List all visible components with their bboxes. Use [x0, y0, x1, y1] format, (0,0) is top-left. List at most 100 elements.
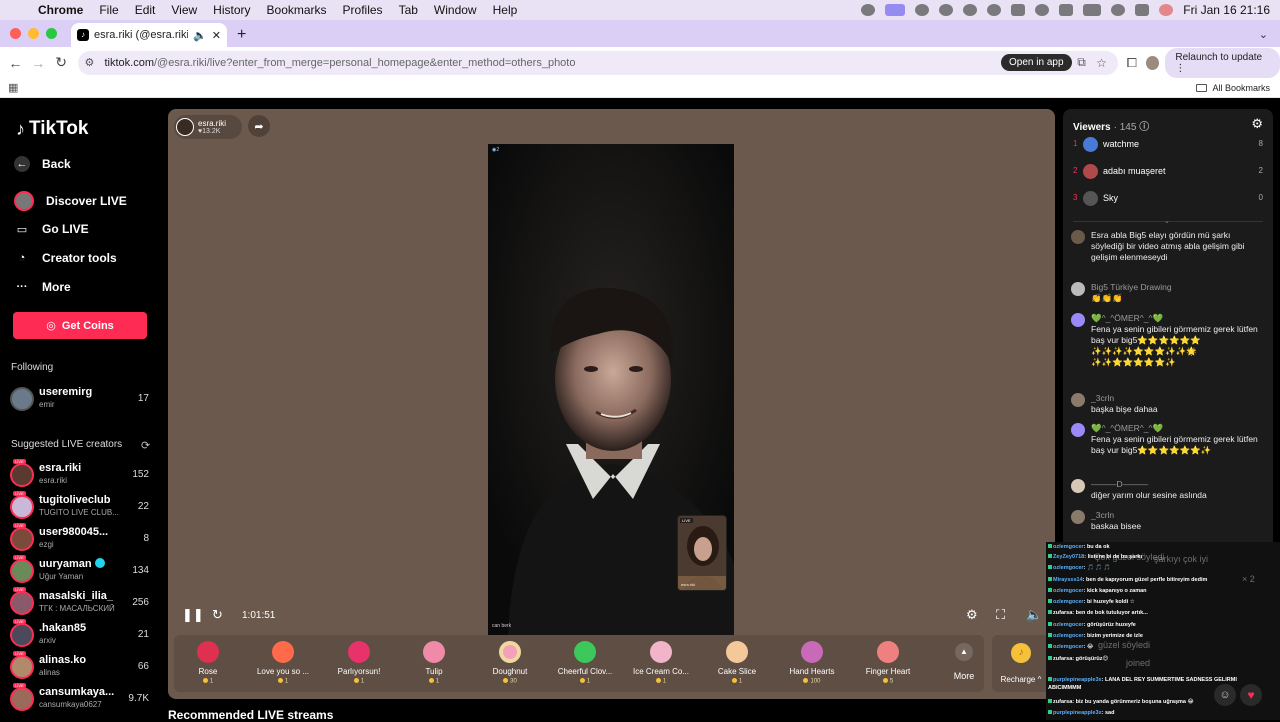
- minimize-window-button[interactable]: [28, 28, 39, 39]
- profile-avatar[interactable]: [1146, 55, 1160, 70]
- open-in-app-button[interactable]: Open in app: [1001, 54, 1072, 71]
- chat-user[interactable]: _3crln: [1091, 393, 1265, 404]
- extensions-icon[interactable]: ⧠: [1118, 55, 1147, 71]
- screen-record-icon[interactable]: [885, 4, 906, 16]
- recharge-button[interactable]: ♪ Recharge ^: [992, 635, 1050, 692]
- menu-window[interactable]: Window: [426, 3, 485, 17]
- browser-tab-active[interactable]: ♪ esra.riki (@esra.riki) is LIVE 🔈 ✕: [71, 23, 227, 47]
- close-window-button[interactable]: [10, 28, 21, 39]
- gift-item[interactable]: Finger Heart 5: [856, 641, 920, 685]
- emoji-icon[interactable]: ☺: [1214, 684, 1236, 706]
- menu-app-name[interactable]: Chrome: [30, 3, 91, 17]
- maximize-window-button[interactable]: [46, 28, 57, 39]
- status-icon[interactable]: [939, 4, 954, 16]
- fullscreen-icon[interactable]: ⛶: [996, 607, 1005, 623]
- chat-user[interactable]: ———D———: [1091, 479, 1265, 490]
- suggested-creator[interactable]: LIVE masalski_ilia_ ТГК : МАСАЛЬСКИЙ 256: [10, 587, 152, 619]
- settings-gear-icon[interactable]: ⚙: [966, 607, 978, 623]
- heart-like-icon[interactable]: ♥: [1240, 684, 1262, 706]
- all-bookmarks-button[interactable]: All Bookmarks: [1196, 83, 1280, 93]
- suggested-creator[interactable]: LIVE uuryaman Uğur Yaman 134: [10, 555, 152, 587]
- nav-more[interactable]: ··· More: [14, 279, 71, 295]
- pause-icon[interactable]: ❚❚: [182, 607, 204, 623]
- suggested-creator[interactable]: LIVE cansumkaya... cansumkaya0627 9.7K: [10, 683, 152, 715]
- nav-back[interactable]: ← Back: [14, 156, 71, 172]
- menu-edit[interactable]: Edit: [127, 3, 164, 17]
- gift-item[interactable]: Hand Hearts 100: [780, 641, 844, 685]
- tab-search-icon[interactable]: ⌄: [1247, 28, 1280, 47]
- gift-item[interactable]: Cake Slice 1: [705, 641, 769, 685]
- accessibility-icon[interactable]: [1011, 4, 1026, 16]
- suggested-creator[interactable]: LIVE .hakan85 arxiv 21: [10, 619, 152, 651]
- battery-icon[interactable]: [1083, 4, 1102, 16]
- gift-item[interactable]: Doughnut 30: [478, 641, 542, 685]
- get-coins-button[interactable]: ◎ Get Coins: [13, 312, 147, 339]
- menu-help[interactable]: Help: [485, 3, 526, 17]
- audio-playing-icon[interactable]: 🔈: [193, 29, 207, 42]
- viewers-header[interactable]: Viewers · 145 ⓘ: [1073, 118, 1149, 133]
- viewer-row[interactable]: 3 Sky 0: [1073, 189, 1263, 209]
- gift-item[interactable]: Love you so ... 1: [251, 641, 315, 685]
- wifi-icon[interactable]: [1059, 4, 1074, 16]
- forward-arrow-icon[interactable]: →: [27, 55, 50, 71]
- more-gifts-button[interactable]: ▲ More: [946, 643, 982, 681]
- address-bar[interactable]: ⚙ tiktok.com/@esra.riki/live?enter_from_…: [78, 50, 1118, 75]
- viewer-row[interactable]: 1 watchme 8: [1073, 135, 1263, 155]
- nav-discover-live[interactable]: Discover LIVE: [14, 191, 127, 211]
- siri-icon[interactable]: [1159, 4, 1174, 16]
- expand-chevron-icon[interactable]: ⌄: [1164, 217, 1170, 225]
- site-info-icon[interactable]: ⚙: [84, 56, 100, 69]
- host-info[interactable]: esra.riki ♥13.2K: [174, 115, 242, 139]
- bookmark-star-icon[interactable]: ☆: [1092, 56, 1112, 70]
- chat-user[interactable]: Big5 Türkiye Drawing: [1091, 282, 1265, 293]
- translate-icon[interactable]: ⧉: [1072, 55, 1092, 70]
- suggested-creator[interactable]: LIVE tugitoliveclub TUGITO LIVE CLUB... …: [10, 491, 152, 523]
- menu-history[interactable]: History: [205, 3, 258, 17]
- reload-icon[interactable]: ↻: [50, 54, 73, 71]
- menu-tab[interactable]: Tab: [391, 3, 426, 17]
- tiktok-logo[interactable]: ♪ TikTok: [16, 118, 88, 140]
- pen-icon[interactable]: [915, 4, 930, 16]
- info-icon[interactable]: ⓘ: [1139, 122, 1149, 133]
- nav-go-live[interactable]: ▭ Go LIVE: [14, 221, 89, 237]
- chat-settings-gear-icon[interactable]: ⚙: [1251, 116, 1263, 132]
- share-icon[interactable]: ➦: [248, 115, 270, 137]
- status-icon[interactable]: [987, 4, 1002, 16]
- live-player[interactable]: esra.riki ♥13.2K ➦ ◉2 can berk LIVE esra…: [168, 109, 1055, 699]
- gift-item[interactable]: Cheerful Clov... 1: [553, 641, 617, 685]
- clock[interactable]: Fri Jan 16 21:16: [1183, 3, 1270, 17]
- url-text[interactable]: tiktok.com/@esra.riki/live?enter_from_me…: [100, 57, 1001, 69]
- nav-creator-tools[interactable]: ◔ Creator tools: [14, 250, 117, 266]
- following-creator[interactable]: useremirg emir 17: [10, 385, 152, 415]
- close-tab-icon[interactable]: ✕: [212, 29, 221, 42]
- suggested-creator[interactable]: LIVE user980045... ezgi 8: [10, 523, 152, 555]
- status-icon[interactable]: [1035, 4, 1050, 16]
- refresh-icon[interactable]: ⟳: [141, 439, 150, 452]
- refresh-stream-icon[interactable]: ↻: [212, 607, 223, 623]
- chat-user[interactable]: 💚^_^ÖMER^_^💚: [1091, 313, 1265, 324]
- cloud-icon[interactable]: [963, 4, 978, 16]
- search-icon[interactable]: [1111, 4, 1126, 16]
- menu-profiles[interactable]: Profiles: [335, 3, 391, 17]
- menu-bookmarks[interactable]: Bookmarks: [259, 3, 335, 17]
- back-arrow-icon[interactable]: ←: [4, 55, 27, 71]
- menu-view[interactable]: View: [163, 3, 205, 17]
- chat-user[interactable]: 💚^_^ÖMER^_^💚: [1091, 423, 1265, 434]
- control-center-icon[interactable]: [1135, 4, 1150, 16]
- gift-item[interactable]: Tulip 1: [402, 641, 466, 685]
- relaunch-to-update-button[interactable]: Relaunch to update ⋮: [1165, 47, 1280, 78]
- status-icon[interactable]: [861, 4, 876, 16]
- apps-grid-icon[interactable]: ▦: [0, 81, 30, 94]
- stream-video[interactable]: ◉2 can berk LIVE esra.riki: [488, 144, 734, 635]
- new-tab-button[interactable]: +: [227, 26, 256, 47]
- viewer-row[interactable]: 2 adabı muaşeret 2: [1073, 162, 1263, 182]
- picture-in-picture-cohost[interactable]: LIVE esra.riki: [677, 515, 727, 591]
- chat-user[interactable]: _3crln: [1091, 510, 1265, 521]
- menu-file[interactable]: File: [91, 3, 126, 17]
- suggested-creator[interactable]: LIVE esra.riki esra.riki 152: [10, 459, 152, 491]
- suggested-creator[interactable]: LIVE alinas.ko alinas 66: [10, 651, 152, 683]
- gift-item[interactable]: Rose 1: [176, 641, 240, 685]
- gift-item[interactable]: Parlıyorsun! 1: [327, 641, 391, 685]
- gift-item[interactable]: Ice Cream Co... 1: [629, 641, 693, 685]
- volume-icon[interactable]: 🔈: [1026, 607, 1042, 623]
